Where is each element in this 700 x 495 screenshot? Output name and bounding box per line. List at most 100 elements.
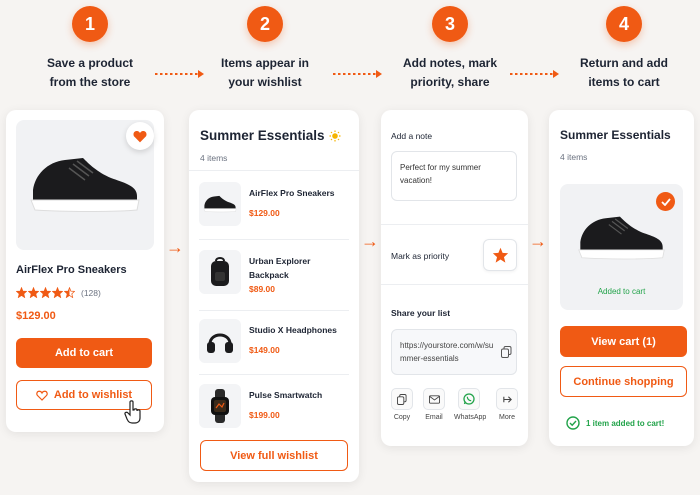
step-number: 3 bbox=[432, 6, 468, 42]
divider bbox=[199, 374, 349, 375]
item-name: Urban Explorer Backpack bbox=[249, 256, 311, 280]
email-icon bbox=[423, 388, 445, 410]
notes-card: Add a note Perfect for my summer vacatio… bbox=[381, 110, 528, 446]
step-number: 1 bbox=[72, 6, 108, 42]
star-icon bbox=[28, 287, 39, 298]
heart-filled-icon bbox=[133, 130, 147, 142]
confirmation-text: 1 item added to cart! bbox=[586, 418, 665, 428]
star-icon bbox=[16, 287, 27, 298]
step-number: 2 bbox=[247, 6, 283, 42]
cart-title: Summer Essentials bbox=[560, 128, 671, 142]
rating-count: (128) bbox=[81, 287, 101, 298]
sneaker-icon bbox=[30, 158, 140, 212]
divider bbox=[381, 224, 528, 225]
product-price: $129.00 bbox=[16, 310, 56, 322]
divider bbox=[189, 170, 359, 171]
add-note-label: Add a note bbox=[391, 131, 433, 141]
backpack-icon bbox=[211, 257, 229, 286]
star-icon bbox=[52, 287, 63, 298]
step-description: Add notes, mark priority, share bbox=[402, 56, 498, 89]
step-description: Return and add items to cart bbox=[579, 56, 668, 89]
cart-confirmation: 1 item added to cart! bbox=[566, 416, 664, 430]
step-number: 4 bbox=[606, 6, 642, 42]
headphones-icon bbox=[207, 333, 233, 353]
note-textarea[interactable]: Perfect for my summer vacation! bbox=[391, 151, 517, 201]
star-icon bbox=[492, 247, 508, 263]
hand-cursor-icon bbox=[124, 400, 141, 424]
wishlist-item[interactable]: Urban Explorer Backpack $89.00 bbox=[199, 244, 349, 306]
priority-star-button[interactable] bbox=[483, 239, 517, 271]
item-thumbnail bbox=[199, 182, 241, 226]
wishlist-card: Summer Essentials 4 items AirFlex Pro Sn… bbox=[189, 110, 359, 482]
priority-label: Mark as priority bbox=[391, 251, 450, 261]
share-option-label: More bbox=[499, 414, 515, 421]
step-2: 2 Items appear in your wishlist bbox=[190, 6, 340, 92]
cart-card: Summer Essentials 4 items Added to cart … bbox=[549, 110, 694, 446]
share-email-button[interactable]: Email bbox=[419, 388, 449, 421]
item-price: $199.00 bbox=[249, 410, 280, 420]
share-list-label: Share your list bbox=[391, 308, 451, 318]
item-name: Pulse Smartwatch bbox=[249, 390, 323, 400]
item-price: $89.00 bbox=[249, 284, 275, 294]
step-4: 4 Return and add items to cart bbox=[549, 6, 699, 92]
flow-arrow-icon: → bbox=[529, 231, 547, 251]
sun-icon bbox=[329, 130, 341, 141]
product-name: AirFlex Pro Sneakers bbox=[16, 264, 127, 276]
added-to-cart-label: Added to cart bbox=[597, 287, 646, 296]
heart-outline-icon bbox=[36, 390, 48, 401]
flow-arrow-icon: → bbox=[166, 237, 184, 257]
add-to-wishlist-label: Add to wishlist bbox=[53, 389, 133, 401]
step-1: 1 Save a product from the store bbox=[15, 6, 165, 92]
view-full-wishlist-button[interactable]: View full wishlist bbox=[200, 440, 348, 471]
share-option-label: Copy bbox=[393, 414, 411, 421]
sneaker-icon bbox=[578, 216, 665, 260]
item-price: $129.00 bbox=[249, 208, 280, 218]
step-3: 3 Add notes, mark priority, share bbox=[375, 6, 525, 92]
smartwatch-icon bbox=[211, 389, 229, 423]
step-description: Items appear in your wishlist bbox=[220, 56, 310, 89]
product-card: AirFlex Pro Sneakers (128) $129.00 Add t… bbox=[6, 110, 164, 432]
item-thumbnail bbox=[199, 319, 241, 363]
copy-icon bbox=[391, 388, 413, 410]
step-description: Save a product from the store bbox=[46, 56, 134, 89]
share-whatsapp-button[interactable]: WhatsApp bbox=[454, 388, 487, 421]
rating-stars bbox=[16, 287, 75, 298]
share-option-label: WhatsApp bbox=[454, 414, 487, 421]
sneaker-icon bbox=[203, 195, 237, 213]
divider bbox=[199, 310, 349, 311]
divider bbox=[381, 284, 528, 285]
item-name: Studio X Headphones bbox=[249, 325, 337, 335]
wishlist-title-text: Summer Essentials bbox=[200, 128, 325, 143]
star-icon bbox=[40, 287, 51, 298]
share-url: https://yourstore.com/w/summer-essential… bbox=[400, 341, 494, 363]
cart-count: 4 items bbox=[560, 152, 588, 162]
step-connector bbox=[333, 70, 382, 78]
wishlist-item[interactable]: AirFlex Pro Sneakers $129.00 bbox=[199, 176, 349, 238]
view-cart-button[interactable]: View cart (1) bbox=[560, 326, 687, 357]
add-to-cart-button[interactable]: Add to cart bbox=[16, 338, 152, 368]
check-circle-icon bbox=[566, 416, 580, 430]
item-price: $149.00 bbox=[249, 345, 280, 355]
wishlist-item[interactable]: Pulse Smartwatch $199.00 bbox=[199, 378, 349, 440]
wishlist-heart-button[interactable] bbox=[126, 122, 154, 150]
share-more-button[interactable]: More bbox=[492, 388, 522, 421]
wishlist-title: Summer Essentials bbox=[200, 128, 341, 143]
item-thumbnail bbox=[199, 250, 241, 294]
star-icon bbox=[64, 287, 75, 298]
more-share-icon bbox=[496, 388, 518, 410]
share-copy-button[interactable]: Copy bbox=[387, 388, 417, 421]
cart-product-image: Added to cart bbox=[560, 184, 683, 310]
flow-arrow-icon: → bbox=[361, 231, 379, 251]
product-rating: (128) bbox=[16, 287, 101, 298]
wishlist-item[interactable]: Studio X Headphones $149.00 bbox=[199, 313, 349, 375]
item-name: AirFlex Pro Sneakers bbox=[249, 188, 335, 198]
check-badge-icon bbox=[656, 192, 675, 211]
item-thumbnail bbox=[199, 384, 241, 428]
share-option-label: Email bbox=[425, 414, 443, 421]
divider bbox=[199, 239, 349, 240]
whatsapp-icon bbox=[458, 388, 480, 410]
share-url-box[interactable]: https://yourstore.com/w/summer-essential… bbox=[391, 329, 517, 375]
copy-icon[interactable] bbox=[501, 346, 512, 358]
continue-shopping-button[interactable]: Continue shopping bbox=[560, 366, 687, 397]
wishlist-count: 4 items bbox=[200, 153, 228, 163]
